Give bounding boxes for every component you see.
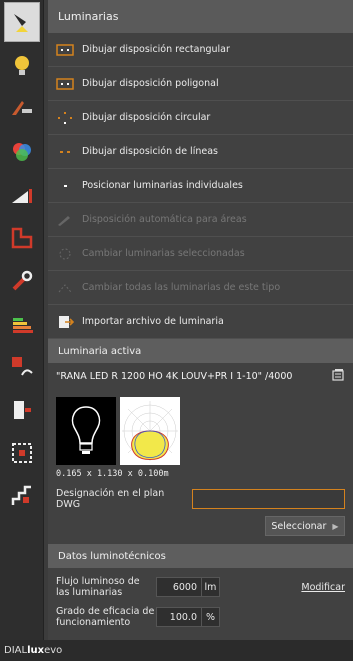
flux-value-field[interactable]: 6000 <box>156 577 202 597</box>
action-5: Disposición automática para áreas <box>48 203 353 237</box>
flux-row: Flujo luminoso de las luminarias 6000 lm… <box>48 576 353 598</box>
select-button-label: Seleccionar <box>271 520 327 532</box>
text-curve-icon[interactable] <box>0 345 44 388</box>
polygon-layout-icon <box>56 77 74 90</box>
flux-unit: lm <box>202 577 220 597</box>
bulb-icon[interactable] <box>0 44 44 87</box>
action-4[interactable]: Posicionar luminarias individuales <box>48 169 353 203</box>
chevron-right-icon: ▶ <box>332 521 339 531</box>
action-6: Cambiar luminarias seleccionadas <box>48 237 353 271</box>
energy-icon[interactable] <box>0 302 44 345</box>
ramp-icon[interactable] <box>0 173 44 216</box>
brand-lux: lux <box>27 645 45 656</box>
active-luminaire-section: "RANA LED R 1200 HO 4K LOUV+PR I 1-10" /… <box>48 363 353 536</box>
stairs-icon[interactable] <box>0 474 44 517</box>
left-toolbar <box>0 0 44 640</box>
line-layout-icon <box>56 146 74 158</box>
efficiency-unit: % <box>202 607 220 627</box>
luminaire-name: "RANA LED R 1200 HO 4K LOUV+PR I 1-10" /… <box>56 370 293 382</box>
rect-layout-icon <box>56 43 74 56</box>
efficiency-value-field[interactable]: 100.0 <box>156 607 202 627</box>
efficiency-label: Grado de eficacia de funcionamiento <box>56 606 155 628</box>
dwg-designation-input[interactable] <box>191 489 345 509</box>
action-2[interactable]: Dibujar disposición circular <box>48 101 353 135</box>
actions-list: Dibujar disposición rectangular Dibujar d… <box>48 33 353 339</box>
circle-layout-icon <box>56 111 74 124</box>
action-label: Disposición automática para áreas <box>82 214 247 225</box>
color-icon[interactable] <box>0 130 44 173</box>
panel-title: Luminarias <box>48 0 353 33</box>
modify-link[interactable]: Modificar <box>301 582 345 593</box>
action-label: Dibujar disposición de líneas <box>82 146 218 157</box>
action-1[interactable]: Dibujar disposición poligonal <box>48 67 353 101</box>
action-label: Dibujar disposición poligonal <box>82 78 219 89</box>
details-icon[interactable] <box>331 368 345 385</box>
import-file-icon <box>56 315 75 328</box>
luminous-intensity-diagram <box>120 397 180 465</box>
luminaire-lamp-icon[interactable] <box>4 2 40 42</box>
photometric-header: Datos luminotécnicos <box>48 544 353 568</box>
action-label: Cambiar todas las luminarias de este tip… <box>82 282 281 293</box>
single-luminaire-icon <box>56 180 74 192</box>
select-row: Seleccionar ▶ <box>56 516 345 536</box>
dwg-label: Designación en el plan DWG <box>56 488 165 510</box>
action-3[interactable]: Dibujar disposición de líneas <box>48 135 353 169</box>
change-all-icon <box>56 282 74 294</box>
action-8[interactable]: Importar archivo de luminaria <box>48 305 353 339</box>
brand-evo: evo <box>44 645 63 656</box>
action-label: Dibujar disposición rectangular <box>82 44 230 55</box>
wrench-icon[interactable] <box>0 259 44 302</box>
luminaire-thumbnails <box>56 397 345 465</box>
luminaires-panel: Luminarias Dibujar disposición rectangul… <box>48 0 353 640</box>
status-footer: DIAL lux evo <box>0 640 353 661</box>
efficiency-row: Grado de eficacia de funcionamiento 100.… <box>48 606 353 628</box>
floorplan-icon[interactable] <box>0 216 44 259</box>
select-button[interactable]: Seleccionar ▶ <box>265 516 345 536</box>
flux-label: Flujo luminoso de las luminarias <box>56 576 140 598</box>
action-7: Cambiar todas las luminarias de este tip… <box>48 271 353 305</box>
auto-layout-icon <box>56 214 74 226</box>
active-luminaire-header: Luminaria activa <box>48 339 353 363</box>
luminaire-name-row: "RANA LED R 1200 HO 4K LOUV+PR I 1-10" /… <box>56 363 345 389</box>
action-label: Posicionar luminarias individuales <box>82 180 243 191</box>
luminaire-dimensions: 0.165 x 1.130 x 0.100m <box>56 469 169 479</box>
brand-dial: DIAL <box>4 645 28 656</box>
action-label: Importar archivo de luminaria <box>82 316 224 327</box>
frame-icon[interactable] <box>0 431 44 474</box>
action-0[interactable]: Dibujar disposición rectangular <box>48 33 353 67</box>
luminaire-photo <box>56 397 116 465</box>
change-selected-icon <box>56 248 74 260</box>
dwg-row: Designación en el plan DWG <box>56 488 345 510</box>
action-label: Dibujar disposición circular <box>82 112 211 123</box>
action-label: Cambiar luminarias seleccionadas <box>82 248 245 259</box>
door-icon[interactable] <box>0 388 44 431</box>
scene-light-icon[interactable] <box>0 87 44 130</box>
